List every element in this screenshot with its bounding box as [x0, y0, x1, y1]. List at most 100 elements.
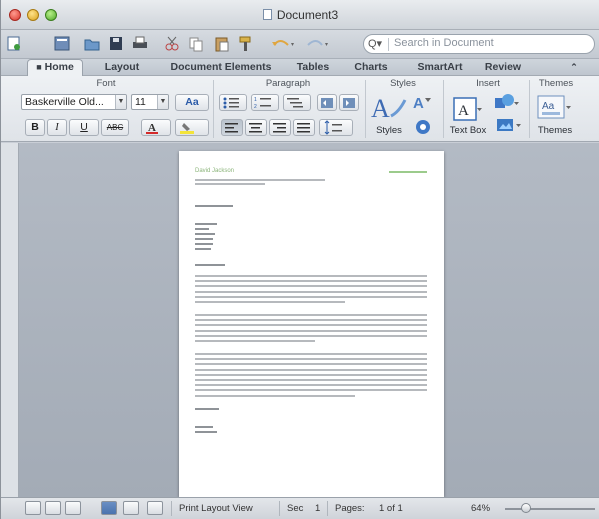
- status-divider: [171, 501, 172, 516]
- document-text-line: [195, 301, 345, 303]
- undo-icon[interactable]: [269, 34, 297, 53]
- styles-pane-button[interactable]: A: [411, 92, 437, 114]
- publishing-layout-view-button[interactable]: [65, 501, 81, 515]
- document-text-line: [195, 179, 325, 181]
- tab-tables[interactable]: Tables: [291, 60, 335, 75]
- highlight-button[interactable]: [175, 119, 209, 136]
- bold-button[interactable]: B: [25, 119, 45, 136]
- tab-home-label: Home: [44, 61, 74, 73]
- line-spacing-icon: [324, 120, 342, 135]
- themes-button[interactable]: Aa: [535, 92, 575, 124]
- align-center-button[interactable]: [245, 119, 267, 136]
- decrease-indent-button[interactable]: [317, 94, 337, 111]
- group-divider: [213, 80, 214, 138]
- document-canvas[interactable]: David Jackson: [19, 143, 599, 497]
- zoom-slider-knob[interactable]: [521, 503, 531, 513]
- themes-label: Themes: [537, 125, 573, 136]
- open-folder-icon[interactable]: [83, 34, 101, 53]
- underline-button[interactable]: U: [69, 119, 99, 136]
- font-name-dropdown[interactable]: Baskerville Old... ▼: [21, 94, 127, 110]
- font-color-button[interactable]: A: [141, 119, 171, 136]
- increase-indent-button[interactable]: [339, 94, 359, 111]
- themes-group-label: Themes: [538, 78, 574, 89]
- document-text-line: [195, 243, 213, 245]
- align-left-icon: [225, 123, 238, 133]
- tab-layout[interactable]: Layout: [97, 60, 147, 75]
- document-text-line: [195, 264, 225, 266]
- svg-text:A: A: [371, 94, 390, 123]
- strikethrough-button[interactable]: ABC: [101, 119, 129, 136]
- print-layout-view-button[interactable]: [101, 501, 117, 515]
- ribbon-tab-bar: ■ Home Layout Document Elements Tables Ch…: [1, 58, 599, 76]
- notebook-view-button[interactable]: [123, 501, 139, 515]
- document-text-line: [195, 384, 427, 387]
- text-box-button[interactable]: A: [449, 92, 485, 124]
- focus-view-button[interactable]: [147, 501, 163, 515]
- tab-charts[interactable]: Charts: [349, 60, 393, 75]
- search-input[interactable]: Search in Document: [394, 37, 494, 49]
- multilevel-list-button[interactable]: [283, 94, 311, 111]
- text-effects-icon: A: [413, 95, 431, 112]
- bullets-button[interactable]: [219, 94, 247, 111]
- tab-document-elements[interactable]: Document Elements: [161, 60, 281, 75]
- svg-text:2: 2: [254, 104, 257, 110]
- multilevel-list-icon: [287, 98, 303, 108]
- document-text-line: [195, 431, 217, 433]
- group-divider: [365, 80, 366, 138]
- italic-button[interactable]: I: [47, 119, 67, 136]
- document-text-line: [195, 248, 211, 250]
- align-left-button[interactable]: [221, 119, 243, 136]
- document-text-line: [195, 324, 427, 327]
- line-spacing-button[interactable]: [319, 119, 353, 136]
- document-text-line: [195, 275, 427, 277]
- search-options-button[interactable]: Q▾: [368, 37, 382, 50]
- new-document-icon[interactable]: [5, 34, 23, 53]
- align-center-icon: [249, 123, 262, 133]
- picture-button[interactable]: [495, 116, 523, 134]
- document-text-line: [195, 314, 427, 316]
- collapse-ribbon-icon[interactable]: ⌃: [567, 60, 581, 75]
- copy-icon[interactable]: [187, 34, 205, 53]
- tab-smartart[interactable]: SmartArt: [411, 60, 469, 75]
- styles-icon: A: [371, 94, 407, 123]
- window-title: Document3: [1, 8, 599, 22]
- zoom-slider-track[interactable]: [505, 508, 595, 510]
- document-text-line: [195, 358, 427, 361]
- font-color-icon: A: [146, 122, 158, 134]
- cut-icon[interactable]: [163, 34, 181, 53]
- document-text-line: [195, 368, 427, 371]
- document-text-line: [195, 340, 315, 342]
- templates-icon[interactable]: [53, 34, 71, 53]
- themes-icon: Aa: [537, 95, 571, 119]
- outline-view-button[interactable]: [45, 501, 61, 515]
- document-page[interactable]: David Jackson: [179, 151, 444, 497]
- font-size-dropdown[interactable]: 11 ▼: [131, 94, 169, 110]
- font-name-value: Baskerville Old...: [25, 96, 104, 108]
- save-icon[interactable]: [107, 34, 125, 53]
- document-text-line: [195, 285, 427, 288]
- word-window: Document3 Q▾ Search in Document ■ Home L…: [0, 0, 599, 519]
- styles-gallery-button[interactable]: A: [369, 90, 409, 124]
- justify-icon: [297, 123, 310, 133]
- numbering-button[interactable]: 12: [251, 94, 279, 111]
- draft-view-button[interactable]: [25, 501, 41, 515]
- change-case-button[interactable]: Aa: [175, 94, 209, 111]
- font-size-value: 11: [135, 96, 146, 108]
- paste-icon[interactable]: [213, 34, 231, 53]
- align-right-button[interactable]: [269, 119, 291, 136]
- document-text-line: [195, 389, 427, 392]
- style-inspector-button[interactable]: [413, 118, 433, 136]
- document-text-line: [195, 329, 427, 332]
- search-box[interactable]: Q▾ Search in Document: [363, 34, 595, 54]
- align-right-icon: [273, 123, 286, 133]
- justify-button[interactable]: [293, 119, 315, 136]
- pages-value: 1 of 1: [379, 503, 403, 514]
- print-icon[interactable]: [131, 34, 149, 53]
- tab-review[interactable]: Review: [479, 60, 527, 75]
- format-painter-icon[interactable]: [237, 34, 255, 53]
- status-bar: Print Layout View Sec 1 Pages: 1 of 1 64…: [1, 497, 599, 519]
- tab-home[interactable]: ■ Home: [27, 59, 83, 76]
- shapes-button[interactable]: [493, 92, 521, 112]
- redo-icon[interactable]: [303, 34, 331, 53]
- style-inspector-icon: [416, 120, 430, 134]
